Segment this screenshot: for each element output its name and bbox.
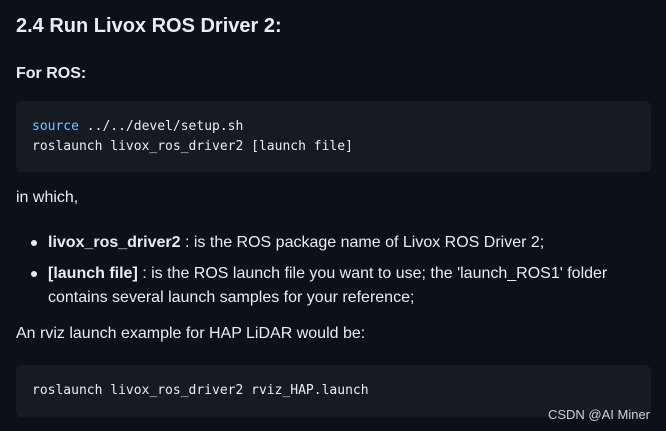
bullet-icon bbox=[31, 240, 37, 246]
list-item-description: : is the ROS package name of Livox ROS D… bbox=[180, 234, 545, 251]
list-item-term: [launch file] bbox=[48, 265, 138, 282]
section-heading: 2.4 Run Livox ROS Driver 2: bbox=[16, 15, 282, 37]
watermark: CSDN @AI Miner bbox=[547, 407, 650, 422]
code-text: ../../devel/setup.sh bbox=[78, 119, 244, 134]
parameter-list: livox_ros_driver2 : is the ROS package n… bbox=[16, 231, 652, 310]
example-paragraph: An rviz launch example for HAP LiDAR wou… bbox=[16, 325, 366, 342]
bullet-icon bbox=[31, 271, 37, 277]
list-item-term: livox_ros_driver2 bbox=[48, 234, 181, 251]
code-line-roslaunch: roslaunch livox_ros_driver2 [launch file… bbox=[32, 139, 353, 154]
list-item: livox_ros_driver2 : is the ROS package n… bbox=[16, 231, 652, 255]
subsection-heading: For ROS: bbox=[16, 65, 87, 82]
intro-paragraph: in which, bbox=[16, 189, 79, 206]
list-item: [launch file] : is the ROS launch file y… bbox=[16, 262, 652, 310]
code-keyword: source bbox=[32, 119, 79, 134]
code-block-setup[interactable]: source ../../devel/setup.sh roslaunch li… bbox=[16, 101, 651, 172]
code-line-source: source ../../devel/setup.sh bbox=[32, 117, 635, 137]
code-line-rviz: roslaunch livox_ros_driver2 rviz_HAP.lau… bbox=[32, 383, 369, 398]
